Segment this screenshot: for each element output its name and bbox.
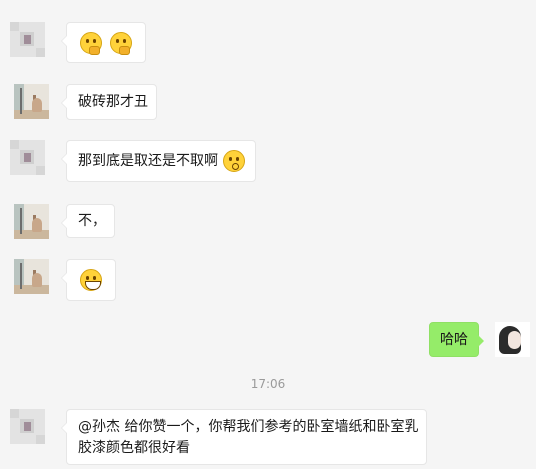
avatar[interactable] xyxy=(14,204,49,239)
chat-history: 破砖那才丑 那到底是取还是不取啊 不， 哈哈 17:06 @孙杰 给你赞一个，你… xyxy=(0,0,536,469)
message-text: 哈哈 xyxy=(440,332,468,348)
message-bubble[interactable]: 不， xyxy=(61,204,115,238)
avatar[interactable] xyxy=(10,140,45,175)
self-message-bubble[interactable]: 哈哈 xyxy=(429,322,484,357)
message-bubble[interactable] xyxy=(61,259,116,301)
grinning-face-icon xyxy=(80,269,102,291)
avatar[interactable] xyxy=(10,22,45,57)
message-bubble[interactable]: 那到底是取还是不取啊 xyxy=(61,140,256,182)
message-text: 破砖那才丑 xyxy=(78,94,148,110)
message-text: 不， xyxy=(78,213,106,229)
timestamp: 17:06 xyxy=(250,377,286,391)
message-bubble[interactable]: 破砖那才丑 xyxy=(61,84,157,120)
avatar[interactable] xyxy=(14,259,49,294)
thinking-face-icon xyxy=(80,32,102,55)
thinking-face-icon xyxy=(110,32,132,55)
message-text-line: 胶漆颜色都很好看 xyxy=(78,440,190,456)
message-text: 那到底是取还是不取啊 xyxy=(78,153,218,169)
avatar[interactable] xyxy=(10,409,45,444)
confused-face-icon xyxy=(223,150,245,172)
self-avatar[interactable] xyxy=(495,322,530,357)
message-bubble[interactable] xyxy=(61,22,146,63)
avatar[interactable] xyxy=(14,84,49,119)
message-bubble[interactable]: @孙杰 给你赞一个，你帮我们参考的卧室墙纸和卧室乳 胶漆颜色都很好看 xyxy=(61,409,427,465)
message-text-line: @孙杰 给你赞一个，你帮我们参考的卧室墙纸和卧室乳 xyxy=(78,419,419,435)
